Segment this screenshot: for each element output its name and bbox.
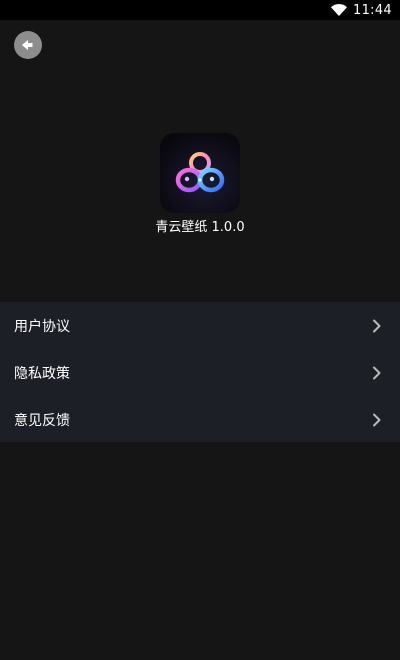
back-button[interactable]	[14, 31, 42, 59]
app-name-version: 青云壁纸 1.0.0	[155, 220, 245, 235]
menu-item-label: 用户协议	[14, 318, 70, 335]
about-screen: 11:44 青云壁纸 1.0.0 用户协议 隐私政策 意见反馈	[0, 0, 400, 660]
menu-item-feedback[interactable]: 意见反馈	[0, 396, 400, 443]
app-logo	[160, 133, 240, 213]
chevron-right-icon	[372, 366, 382, 380]
back-arrow-icon	[22, 40, 33, 50]
menu-item-label: 隐私政策	[14, 365, 70, 382]
chevron-right-icon	[372, 319, 382, 333]
menu-item-user-agreement[interactable]: 用户协议	[0, 302, 400, 349]
settings-menu: 用户协议 隐私政策 意见反馈	[0, 302, 400, 442]
menu-item-label: 意见反馈	[14, 412, 70, 429]
wifi-icon	[331, 4, 348, 16]
status-bar: 11:44	[0, 0, 400, 20]
menu-item-privacy-policy[interactable]: 隐私政策	[0, 349, 400, 396]
status-time: 11:44	[353, 2, 392, 18]
app-logo-rings-icon	[175, 152, 225, 193]
chevron-right-icon	[372, 413, 382, 427]
